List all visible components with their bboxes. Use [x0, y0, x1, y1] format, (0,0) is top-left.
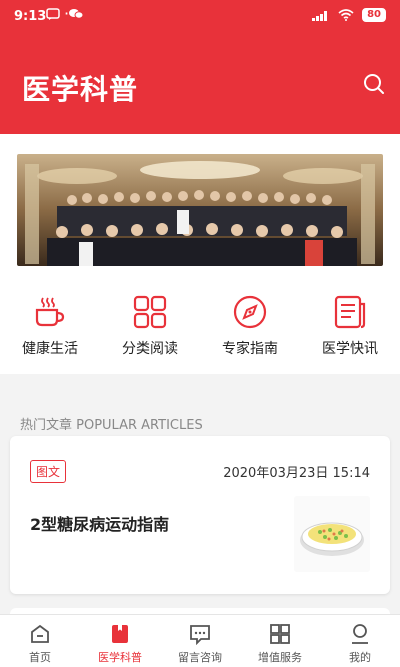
grid-icon: [133, 295, 167, 329]
signal-icon: [312, 11, 328, 21]
compass-icon: [233, 295, 267, 329]
feature-label: 专家指南: [222, 341, 278, 357]
tab-profile[interactable]: 我的: [320, 615, 400, 667]
app-header: 医学科普: [0, 34, 400, 134]
tab-home[interactable]: 首页: [0, 615, 80, 667]
article-title: 2型糖尿病运动指南: [30, 515, 170, 534]
tab-medical-science[interactable]: 医学科普: [80, 615, 160, 667]
tab-label: 医学科普: [98, 651, 142, 664]
battery-indicator: 80: [362, 8, 386, 22]
main-content: 健康生活 分类阅读 专家指南 医学快讯 热门文章 POPULAR ARTICLE…: [0, 134, 400, 628]
user-icon: [352, 624, 368, 644]
feature-label: 分类阅读: [122, 341, 178, 357]
wifi-icon: [338, 9, 354, 21]
tab-label: 留言咨询: [178, 651, 222, 664]
search-icon[interactable]: [362, 72, 386, 96]
status-time: 9:13: [14, 9, 47, 24]
more-notifications-icon: ···: [64, 4, 83, 23]
message-icon: [190, 625, 210, 645]
tab-label: 增值服务: [258, 651, 302, 664]
message-notification-icon: [46, 8, 60, 20]
home-icon: [31, 624, 49, 643]
page-title: 医学科普: [22, 73, 139, 106]
article-type-badge: 图文: [30, 460, 67, 483]
status-bar: 9:13 ··· 80: [0, 0, 400, 34]
feature-label: 医学快讯: [322, 341, 378, 357]
section-title: 热门文章 POPULAR ARTICLES: [20, 418, 203, 433]
tab-value-services[interactable]: 增值服务: [240, 615, 320, 667]
banner-image[interactable]: [17, 154, 383, 266]
article-card[interactable]: 图文 2020年03月23日 15:14 2型糖尿病运动指南: [10, 436, 390, 594]
bottom-tab-bar: 首页 医学科普 留言咨询 增值服务 我的: [0, 614, 400, 667]
tab-consultation[interactable]: 留言咨询: [160, 615, 240, 667]
banner-section: 健康生活 分类阅读 专家指南 医学快讯: [0, 134, 400, 374]
feature-healthy-life[interactable]: 健康生活: [0, 284, 100, 364]
tab-label: 首页: [29, 651, 51, 664]
feature-medical-news[interactable]: 医学快讯: [300, 284, 400, 364]
news-icon: [334, 295, 366, 329]
article-thumbnail: [294, 496, 370, 572]
feature-label: 健康生活: [22, 341, 78, 357]
feature-category-reading[interactable]: 分类阅读: [100, 284, 200, 364]
tab-label: 我的: [349, 651, 371, 664]
feature-nav: 健康生活 分类阅读 专家指南 医学快讯: [0, 284, 400, 364]
bookmark-icon: [112, 625, 128, 643]
coffee-cup-icon: [35, 297, 65, 327]
article-date: 2020年03月23日 15:14: [223, 466, 370, 481]
apps-icon: [270, 624, 290, 644]
feature-expert-guide[interactable]: 专家指南: [200, 284, 300, 364]
